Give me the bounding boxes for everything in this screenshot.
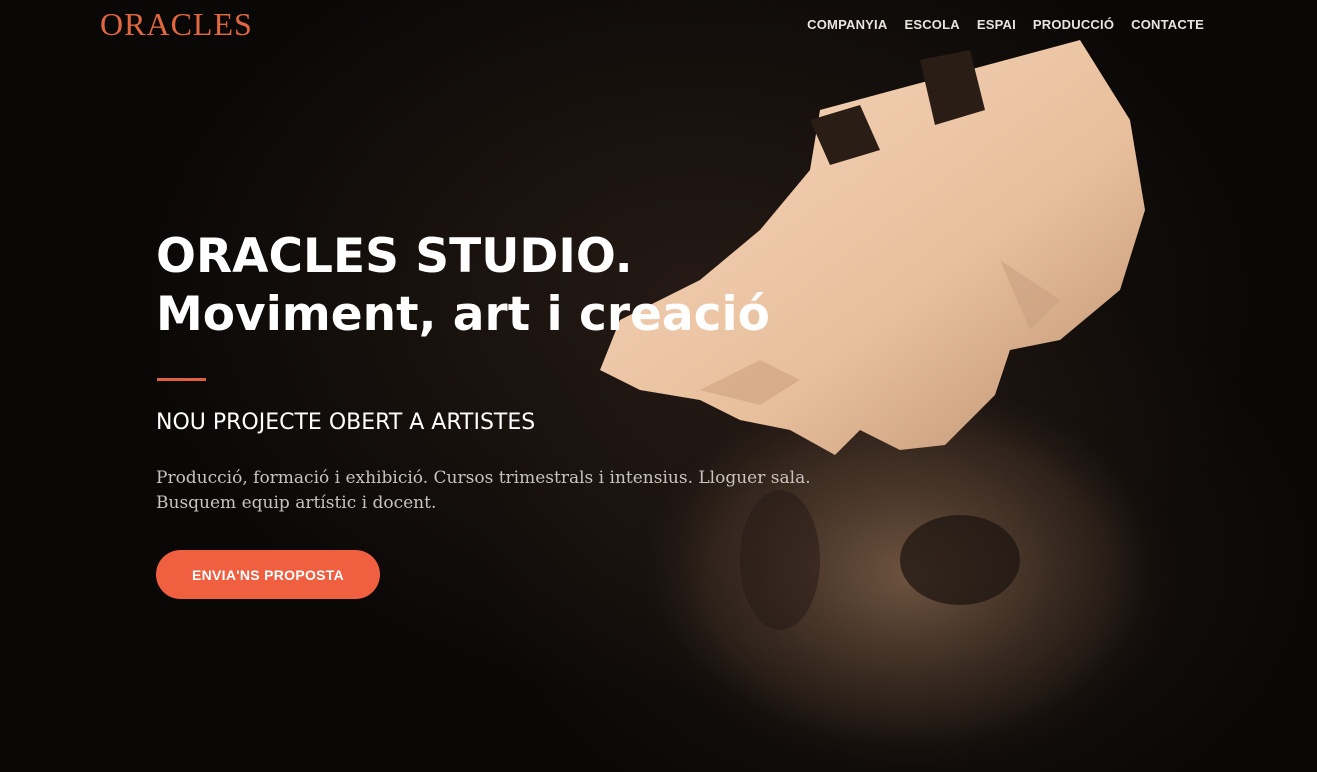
nav-item-produccio[interactable]: PRODUCCIÓ — [1033, 17, 1114, 32]
main-nav: COMPANYIA ESCOLA ESPAI PRODUCCIÓ CONTACT… — [807, 17, 1204, 32]
hero-title: ORACLES STUDIO. Moviment, art i creació — [156, 228, 770, 344]
hero-title-line-1: ORACLES STUDIO. — [156, 229, 633, 284]
accent-divider — [157, 378, 206, 381]
nav-item-contacte[interactable]: CONTACTE — [1131, 17, 1204, 32]
hero-title-line-2: Moviment, art i creació — [156, 287, 770, 342]
hero-subheading: NOU PROJECTE OBERT A ARTISTES — [156, 410, 536, 435]
nav-item-espai[interactable]: ESPAI — [977, 17, 1016, 32]
hero-description-line-2: Busquem equip artístic i docent. — [156, 493, 437, 513]
hero-description: Producció, formació i exhibició. Cursos … — [156, 466, 876, 516]
hero-background-image — [600, 40, 1200, 772]
site-logo[interactable]: ORACLES — [100, 6, 253, 43]
send-proposal-button[interactable]: ENVIA'NS PROPOSTA — [156, 550, 380, 599]
nav-item-escola[interactable]: ESCOLA — [904, 17, 959, 32]
hero-section — [0, 0, 1317, 772]
nav-item-companyia[interactable]: COMPANYIA — [807, 17, 887, 32]
hero-description-line-1: Producció, formació i exhibició. Cursos … — [156, 468, 811, 488]
top-navigation-bar: ORACLES COMPANYIA ESCOLA ESPAI PRODUCCIÓ… — [0, 0, 1317, 50]
